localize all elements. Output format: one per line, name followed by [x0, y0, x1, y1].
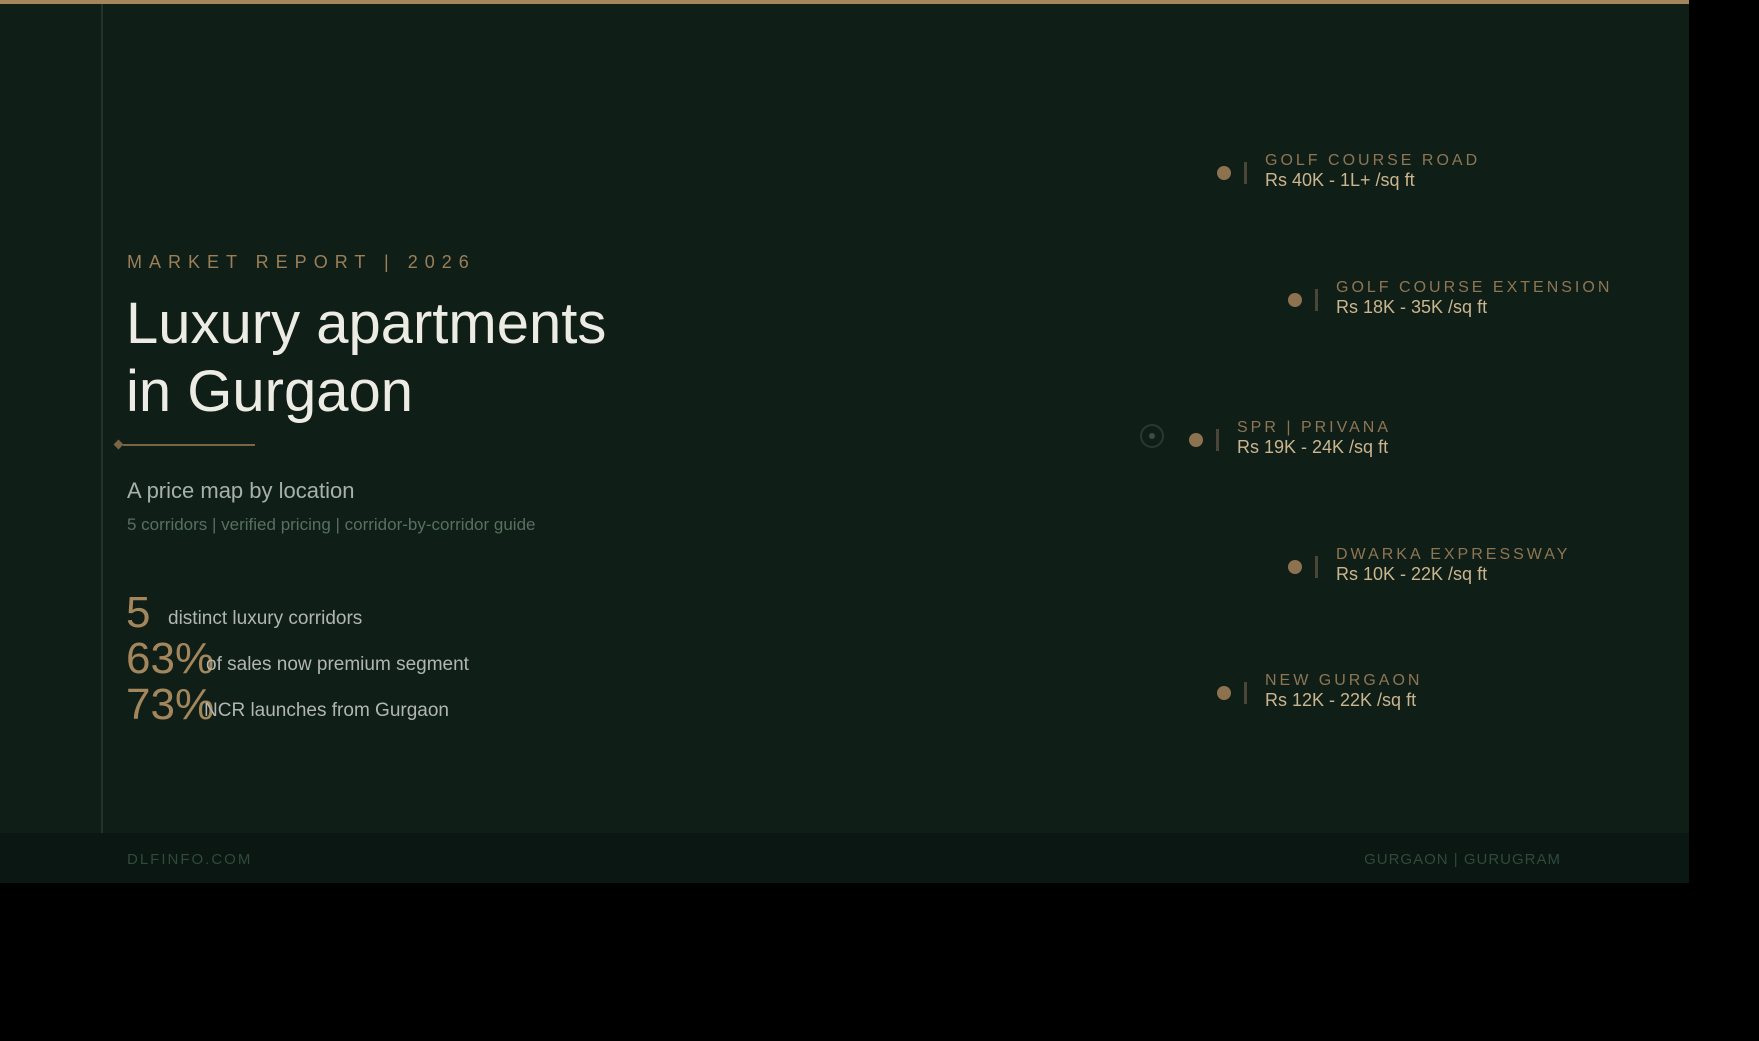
- corridor-price: Rs 40K - 1L+ /sq ft: [1265, 170, 1415, 190]
- stat-value: 63%: [126, 634, 215, 683]
- eyebrow-label: MARKET REPORT | 2026: [127, 252, 476, 272]
- corridor-price: Rs 12K - 22K /sq ft: [1265, 690, 1417, 710]
- location-dot-icon: [1288, 293, 1302, 307]
- location-dot-icon: [1217, 686, 1231, 700]
- location-dot-icon: [1288, 560, 1302, 574]
- top-accent-rule: [0, 0, 1689, 4]
- divider-line: [123, 444, 255, 446]
- location-dot-icon: [1217, 166, 1231, 180]
- corridor-name: DWARKA EXPRESSWAY: [1336, 546, 1571, 563]
- stat-value: 5: [126, 588, 151, 637]
- corridor-tick: [1315, 556, 1318, 578]
- corridor-price: Rs 18K - 35K /sq ft: [1336, 297, 1488, 317]
- location-dot-icon: [1189, 433, 1203, 447]
- corridor-tick: [1315, 289, 1318, 311]
- title-divider: [113, 439, 255, 450]
- corridor-tick: [1216, 429, 1219, 451]
- corridor-name: GOLF COURSE EXTENSION: [1336, 279, 1613, 296]
- footer-site-name: DLFINFO.COM: [127, 851, 253, 868]
- tagline: 5 corridors | verified pricing | corrido…: [127, 515, 536, 534]
- corridor-tick: [1244, 162, 1247, 184]
- corridor-tick: [1244, 682, 1247, 704]
- subtitle: A price map by location: [127, 478, 355, 503]
- location-marker-icon: [1140, 424, 1164, 448]
- stat-label: NCR launches from Gurgaon: [204, 700, 449, 721]
- stat-label: distinct luxury corridors: [168, 608, 363, 629]
- title-line-2: in Gurgaon: [126, 359, 413, 424]
- corridor-name: GOLF COURSE ROAD: [1265, 152, 1481, 169]
- footer-location: GURGAON | GURUGRAM: [1364, 851, 1561, 868]
- corridor-name: SPR | PRIVANA: [1237, 419, 1391, 436]
- corridor-price: Rs 10K - 22K /sq ft: [1336, 564, 1488, 584]
- page-title: Luxury apartments in Gurgaon: [126, 290, 606, 426]
- footer-bar: DLFINFO.COM GURGAON | GURUGRAM: [0, 833, 1689, 883]
- vertical-guide-line: [101, 4, 103, 833]
- title-line-1: Luxury apartments: [126, 291, 607, 356]
- stat-value: 73%: [126, 680, 215, 729]
- slide: MARKET REPORT | 2026 Luxury apartments i…: [0, 0, 1689, 883]
- corridor-price: Rs 19K - 24K /sq ft: [1237, 437, 1389, 457]
- stat-label: of sales now premium segment: [206, 654, 469, 675]
- corridor-name: NEW GURGAON: [1265, 672, 1423, 689]
- diamond-icon: [113, 439, 124, 450]
